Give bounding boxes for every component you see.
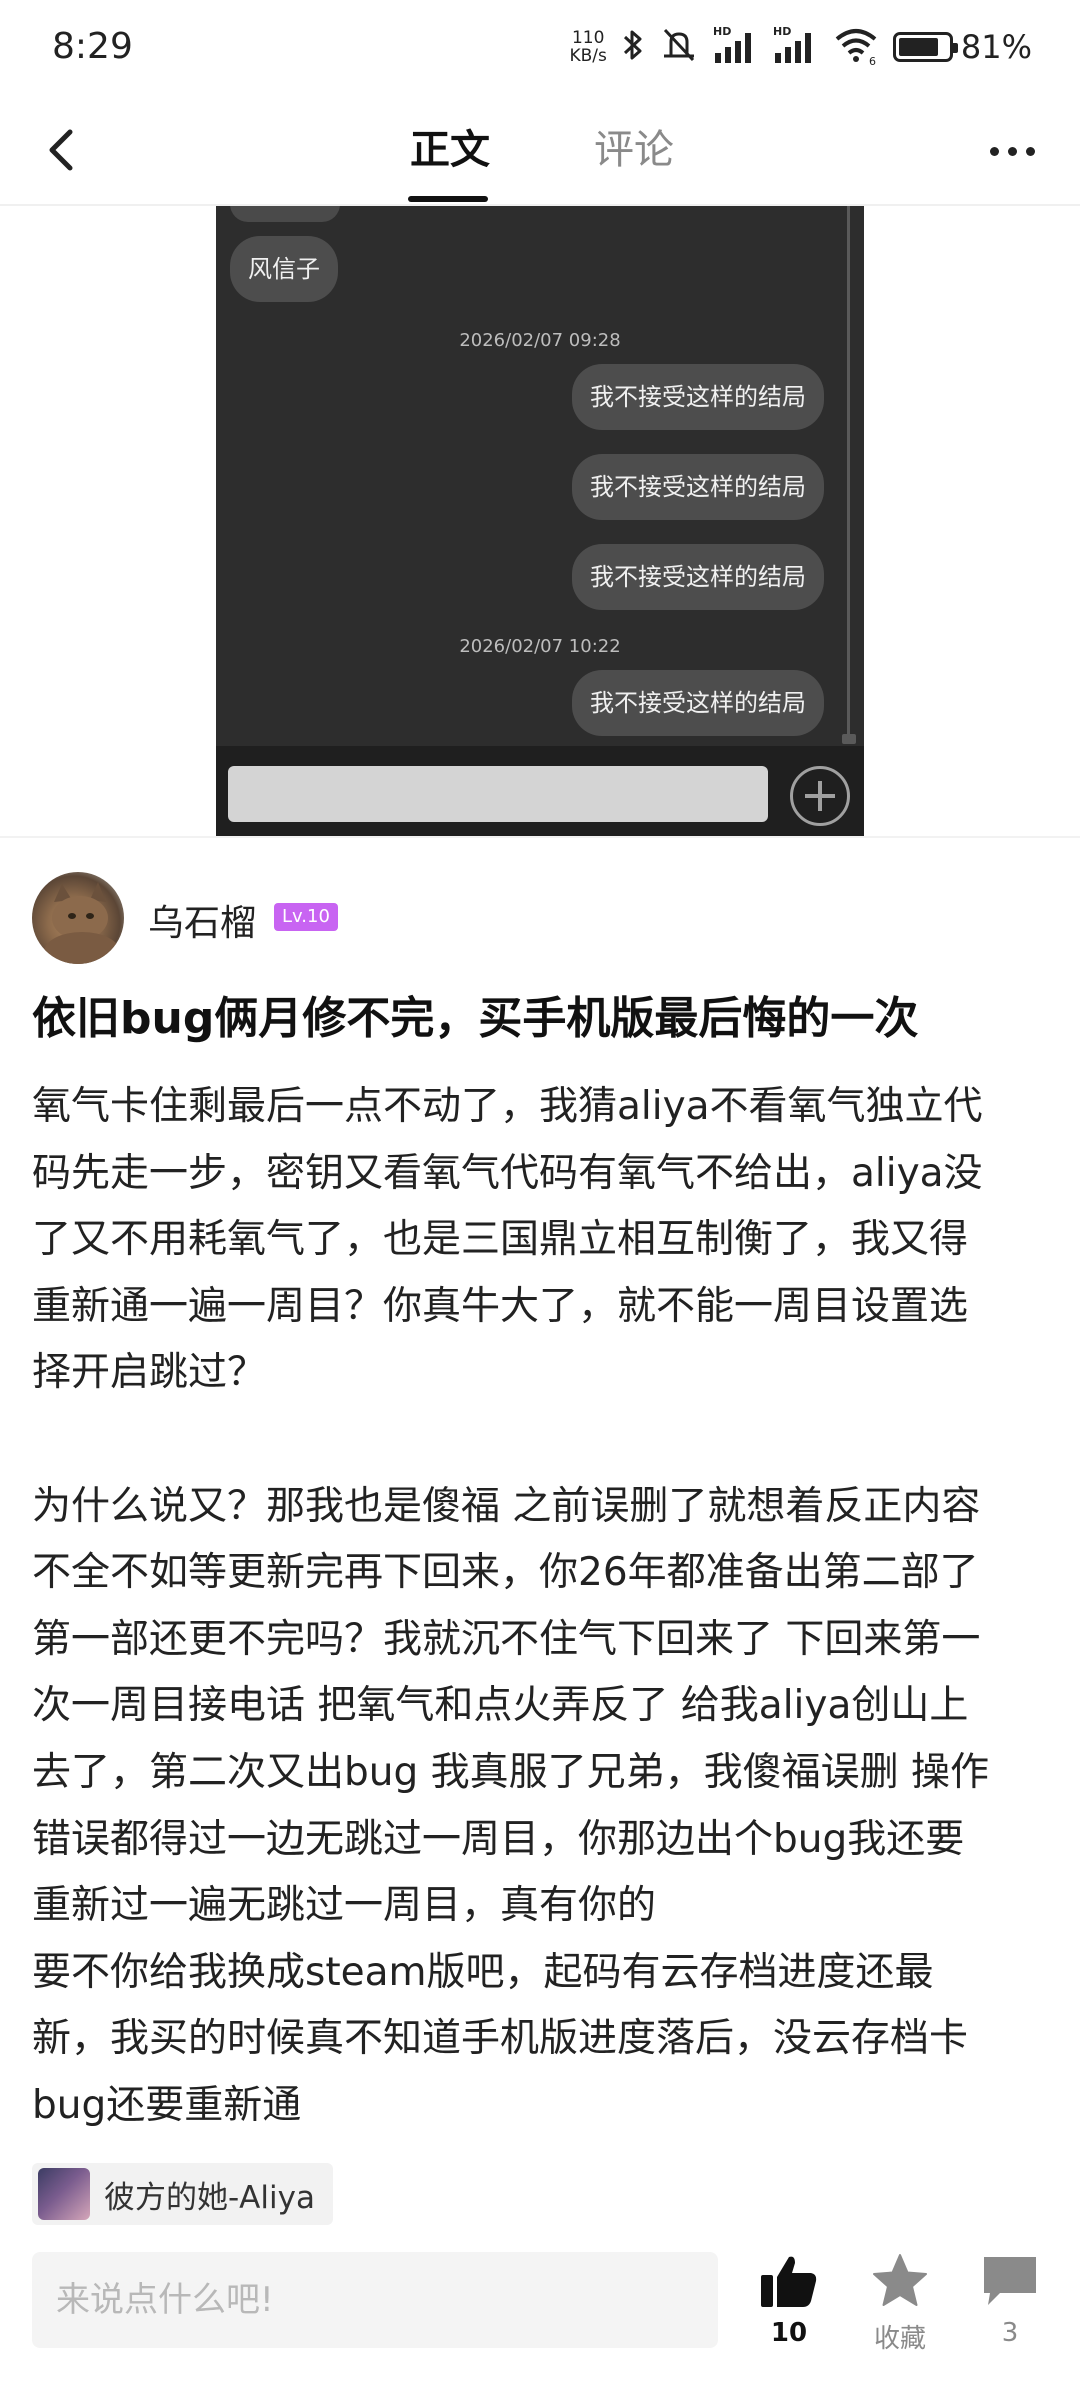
chat-text-field <box>228 766 768 822</box>
back-arrow-icon <box>49 129 73 171</box>
like-button[interactable]: 10 <box>739 2248 839 2348</box>
status-bar: 8:29 110 KB/s HD HD 6 81% <box>0 0 1080 96</box>
post-title: 依旧bug俩月修不完，买手机版最后悔的一次 <box>32 993 919 1044</box>
like-count: 10 <box>770 2318 808 2348</box>
chat-bubble-sent: 我不接受这样的结局 <box>572 670 824 736</box>
post-body-line: 要不你给我换成steam版吧，起码有云存档进度还最 <box>32 1949 934 1995</box>
chat-bubble-partial <box>230 206 340 222</box>
status-icons: 110 KB/s HD HD 6 81% <box>569 24 1032 70</box>
back-button[interactable] <box>28 118 92 182</box>
post-body-line: 码先走一步，密钥又看氧气代码有氧气不给出，aliya没 <box>32 1150 983 1196</box>
plus-icon <box>790 766 850 826</box>
post-body-line: 不全不如等更新完再下回来，你26年都准备出第二部了 <box>32 1550 979 1596</box>
cat-photo <box>44 882 120 964</box>
svg-text:HD: HD <box>773 25 791 38</box>
tab-comments[interactable]: 评论 <box>594 118 674 182</box>
chat-bubble-sent: 我不接受这样的结局 <box>572 544 824 610</box>
comment-input[interactable]: 来说点什么吧! <box>32 2252 718 2348</box>
chat-input-bar <box>216 746 864 836</box>
author-name[interactable]: 乌石榴 <box>148 894 256 946</box>
post-body-line: 错误都得过一边无跳过一周目，你那边出个bug我还要 <box>32 1816 965 1862</box>
level-badge: Lv.10 <box>274 903 338 931</box>
svg-text:6: 6 <box>869 55 876 65</box>
more-dot <box>1025 146 1035 156</box>
post-body-line: 氧气卡住剩最后一点不动了，我猜aliya不看氧气独立代 <box>32 1084 983 1129</box>
signal-2-icon: HD <box>773 25 819 69</box>
divider <box>0 836 1080 838</box>
game-tag[interactable]: 彼方的她-Aliya <box>32 2163 333 2225</box>
chat-timestamp: 2026/02/07 10:22 <box>459 636 621 657</box>
post-body-line: bug还要重新通 <box>32 2082 302 2128</box>
battery-icon <box>892 32 958 62</box>
battery-indicator: 81% <box>892 28 1032 66</box>
battery-fill <box>898 38 938 56</box>
chat-bubble-received: 风信子 <box>230 236 338 302</box>
network-speed: 110 KB/s <box>569 28 607 66</box>
post-body-line: 去了，第二次又出bug 我真服了兄弟，我傻福误删 操作 <box>32 1749 990 1795</box>
game-icon <box>38 2168 90 2220</box>
post-body-line: 重新过一遍无跳过一周目，真有你的 <box>32 1883 657 1929</box>
author-avatar[interactable] <box>32 872 124 964</box>
chat-timestamp: 2026/02/07 09:28 <box>459 330 621 351</box>
tab-article[interactable]: 正文 <box>410 118 490 182</box>
post-body-line: 择开启跳过？ <box>32 1350 267 1396</box>
chat-bubble-sent: 我不接受这样的结局 <box>572 454 824 520</box>
signal-1-icon: HD <box>713 25 759 69</box>
chat-scrollbar <box>847 206 850 742</box>
chat-bubble-sent: 我不接受这样的结局 <box>572 364 824 430</box>
post-body-line: 了又不用耗氧气了，也是三国鼎立相互制衡了，我又得 <box>32 1217 969 1263</box>
post-body-line: 重新通一遍一周目？你真牛大了，就不能一周目设置选 <box>32 1283 969 1329</box>
active-tab-indicator <box>408 196 488 202</box>
game-name: 彼方的她-Aliya <box>104 2179 315 2216</box>
more-dot <box>1007 146 1017 156</box>
post-image[interactable]: 风信子 2026/02/07 09:28 我不接受这样的结局 我不接受这样的结局… <box>216 206 864 836</box>
favorite-button[interactable]: 收藏 <box>850 2248 950 2355</box>
battery-percent: 81% <box>960 28 1032 66</box>
bottom-action-bar: 来说点什么吧! 10 收藏 3 <box>0 2230 1080 2400</box>
status-time: 8:29 <box>52 26 133 67</box>
post-body: 氧气卡住剩最后一点不动了，我猜aliya不看氧气独立代 码先走一步，密钥又看氧气代… <box>32 1074 1048 2140</box>
top-nav-bar: 正文 评论 <box>0 96 1080 206</box>
star-icon <box>873 2254 927 2306</box>
post-body-line: 为什么说又？那我也是傻福 之前误删了就想着反正内容 <box>32 1483 981 1529</box>
thumbs-up-icon <box>761 2256 817 2307</box>
more-options-button[interactable] <box>980 126 1044 176</box>
post-body-line <box>32 1407 1048 1474</box>
bluetooth-icon <box>621 27 645 67</box>
comment-count: 3 <box>1001 2318 1019 2348</box>
more-dot <box>989 146 999 156</box>
svg-text:HD: HD <box>713 25 731 38</box>
comments-button[interactable]: 3 <box>960 2248 1060 2348</box>
wifi-icon: 6 <box>833 25 879 69</box>
favorite-label: 收藏 <box>873 2324 926 2354</box>
post-body-line: 次一周目接电话 把氧气和点火弄反了 给我aliya创山上 <box>32 1683 969 1729</box>
comment-bubble-icon <box>984 2257 1036 2305</box>
mute-vibrate-icon <box>659 26 699 68</box>
post-body-line: 新，我买的时候真不知道手机版进度落后，没云存档卡 <box>32 2016 969 2062</box>
post-body-line: 第一部还更不完吗？我就沉不住气下回来了 下回来第一 <box>32 1616 981 1662</box>
